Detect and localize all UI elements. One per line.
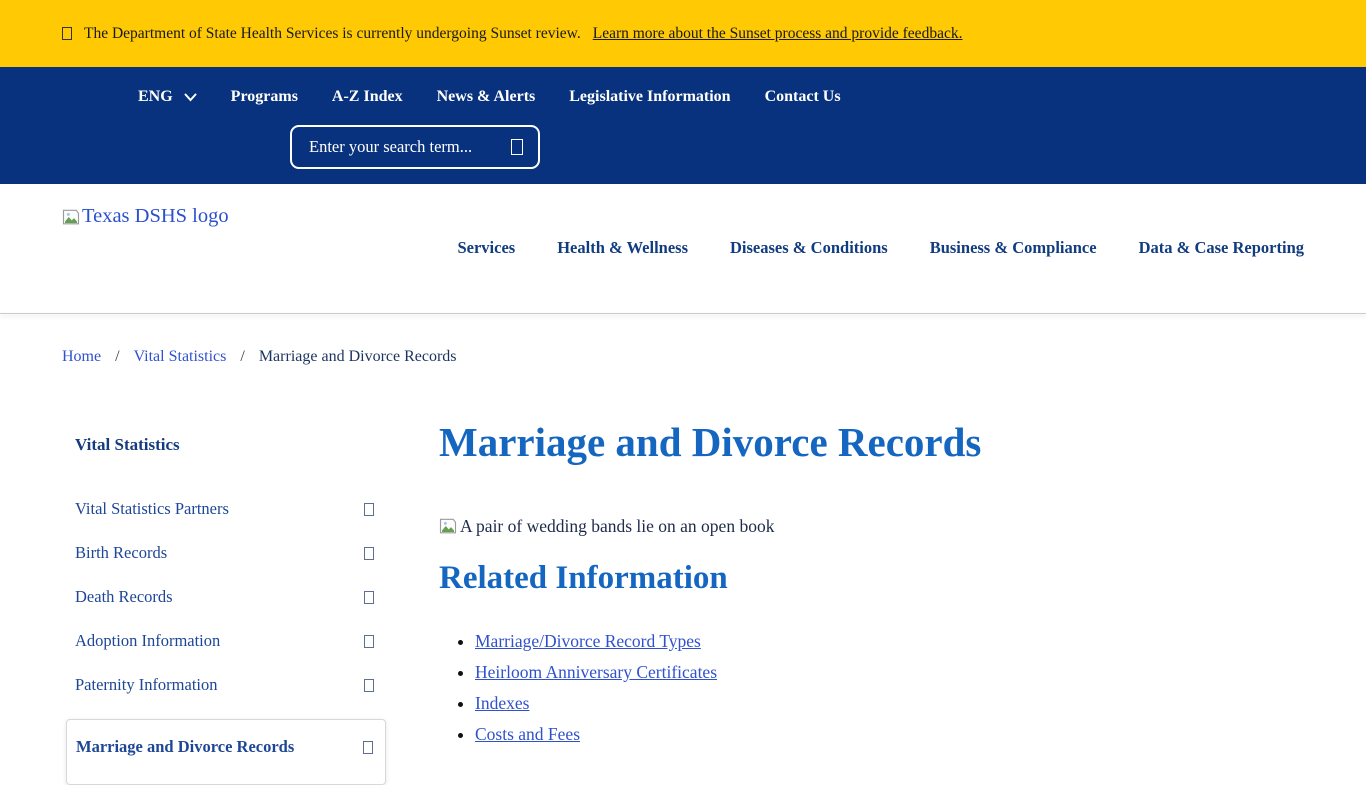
- breadcrumb-current: Marriage and Divorce Records: [259, 348, 457, 366]
- search-input[interactable]: [307, 136, 503, 158]
- primary-nav-link[interactable]: Services: [457, 238, 515, 258]
- site-header: Texas DSHS logo Services Health & Wellnes…: [0, 184, 1366, 313]
- wedding-bands-broken-image: A pair of wedding bands lie on an open b…: [439, 516, 1301, 537]
- sidebar-item-icon: [363, 741, 373, 754]
- primary-nav-link[interactable]: Data & Case Reporting: [1139, 238, 1304, 258]
- related-link[interactable]: Marriage/Divorce Record Types: [475, 631, 701, 651]
- page-title: Marriage and Divorce Records: [439, 419, 1301, 466]
- chevron-down-icon: [184, 93, 197, 102]
- sidebar-item-label: Marriage and Divorce Records: [76, 737, 294, 757]
- sidebar-item-label: Paternity Information: [75, 675, 218, 695]
- primary-nav-link[interactable]: Business & Compliance: [930, 238, 1097, 258]
- search-box[interactable]: [290, 125, 540, 169]
- breadcrumb-separator: /: [240, 348, 244, 366]
- utility-nav: ENG Programs A-Z Index News & Alerts Legisl…: [62, 67, 1304, 106]
- related-link[interactable]: Heirloom Anniversary Certificates: [475, 662, 717, 682]
- related-link[interactable]: Indexes: [475, 693, 529, 713]
- language-selector[interactable]: ENG: [138, 88, 197, 106]
- related-link[interactable]: Costs and Fees: [475, 724, 580, 744]
- sidebar-item-icon: [364, 635, 374, 648]
- related-links-list: Marriage/Divorce Record Types Heirloom A…: [439, 631, 1301, 745]
- logo-link[interactable]: Texas DSHS logo: [62, 184, 229, 258]
- sidebar-item-icon: [364, 503, 374, 516]
- related-link-item: Indexes: [475, 693, 1301, 714]
- related-link-item: Marriage/Divorce Record Types: [475, 631, 1301, 652]
- sidebar-item-label: Death Records: [75, 587, 173, 607]
- primary-nav-link[interactable]: Health & Wellness: [557, 238, 688, 258]
- related-link-item: Costs and Fees: [475, 724, 1301, 745]
- utility-nav-link[interactable]: News & Alerts: [437, 88, 536, 106]
- alert-banner: The Department of State Health Services …: [0, 0, 1366, 67]
- broken-image-icon: [62, 208, 80, 226]
- main-content: Marriage and Divorce Records A pair of w…: [439, 419, 1301, 755]
- sidebar-item-label: Adoption Information: [75, 631, 220, 651]
- sidebar-item-label: Birth Records: [75, 543, 167, 563]
- utility-nav-link[interactable]: Legislative Information: [569, 88, 730, 106]
- primary-nav: Services Health & Wellness Diseases & Cond…: [457, 184, 1304, 258]
- sidebar-item[interactable]: Paternity Information: [62, 663, 386, 707]
- sidebar-item[interactable]: Death Records: [62, 575, 386, 619]
- sidebar-item[interactable]: Vital Statistics Partners: [62, 487, 386, 531]
- search-icon[interactable]: [511, 139, 523, 155]
- utility-nav-link[interactable]: Contact Us: [765, 88, 841, 106]
- language-label: ENG: [138, 88, 173, 106]
- breadcrumb-vital-statistics-link[interactable]: Vital Statistics: [134, 348, 227, 366]
- sidebar-item[interactable]: Birth Records: [62, 531, 386, 575]
- breadcrumb-separator: /: [115, 348, 119, 366]
- sidebar-title: Vital Statistics: [62, 419, 386, 455]
- logo-alt-text: Texas DSHS logo: [82, 205, 229, 228]
- sidebar-item-icon: [364, 591, 374, 604]
- sidebar-item-label: Vital Statistics Partners: [75, 499, 229, 519]
- related-information-heading: Related Information: [439, 559, 1301, 599]
- broken-image-icon: [439, 517, 457, 535]
- alert-icon: [62, 27, 72, 40]
- sunset-feedback-link[interactable]: Learn more about the Sunset process and …: [593, 25, 963, 43]
- utility-nav-link[interactable]: Programs: [231, 88, 298, 106]
- related-link-item: Heirloom Anniversary Certificates: [475, 662, 1301, 683]
- utility-bar: ENG Programs A-Z Index News & Alerts Legisl…: [0, 67, 1366, 184]
- sidebar-vital-statistics: Vital Statistics Vital Statistics Partne…: [62, 419, 386, 785]
- image-alt-text: A pair of wedding bands lie on an open b…: [460, 516, 774, 537]
- alert-message: The Department of State Health Services …: [84, 25, 581, 43]
- breadcrumb-home-link[interactable]: Home: [62, 348, 101, 366]
- primary-nav-link[interactable]: Diseases & Conditions: [730, 238, 888, 258]
- breadcrumb: Home / Vital Statistics / Marriage and D…: [62, 314, 1304, 366]
- sidebar-item-icon: [364, 679, 374, 692]
- utility-nav-link[interactable]: A-Z Index: [332, 88, 403, 106]
- sidebar-item[interactable]: Adoption Information: [62, 619, 386, 663]
- sidebar-item-icon: [364, 547, 374, 560]
- sidebar-item[interactable]: Marriage and Divorce Records: [66, 719, 386, 785]
